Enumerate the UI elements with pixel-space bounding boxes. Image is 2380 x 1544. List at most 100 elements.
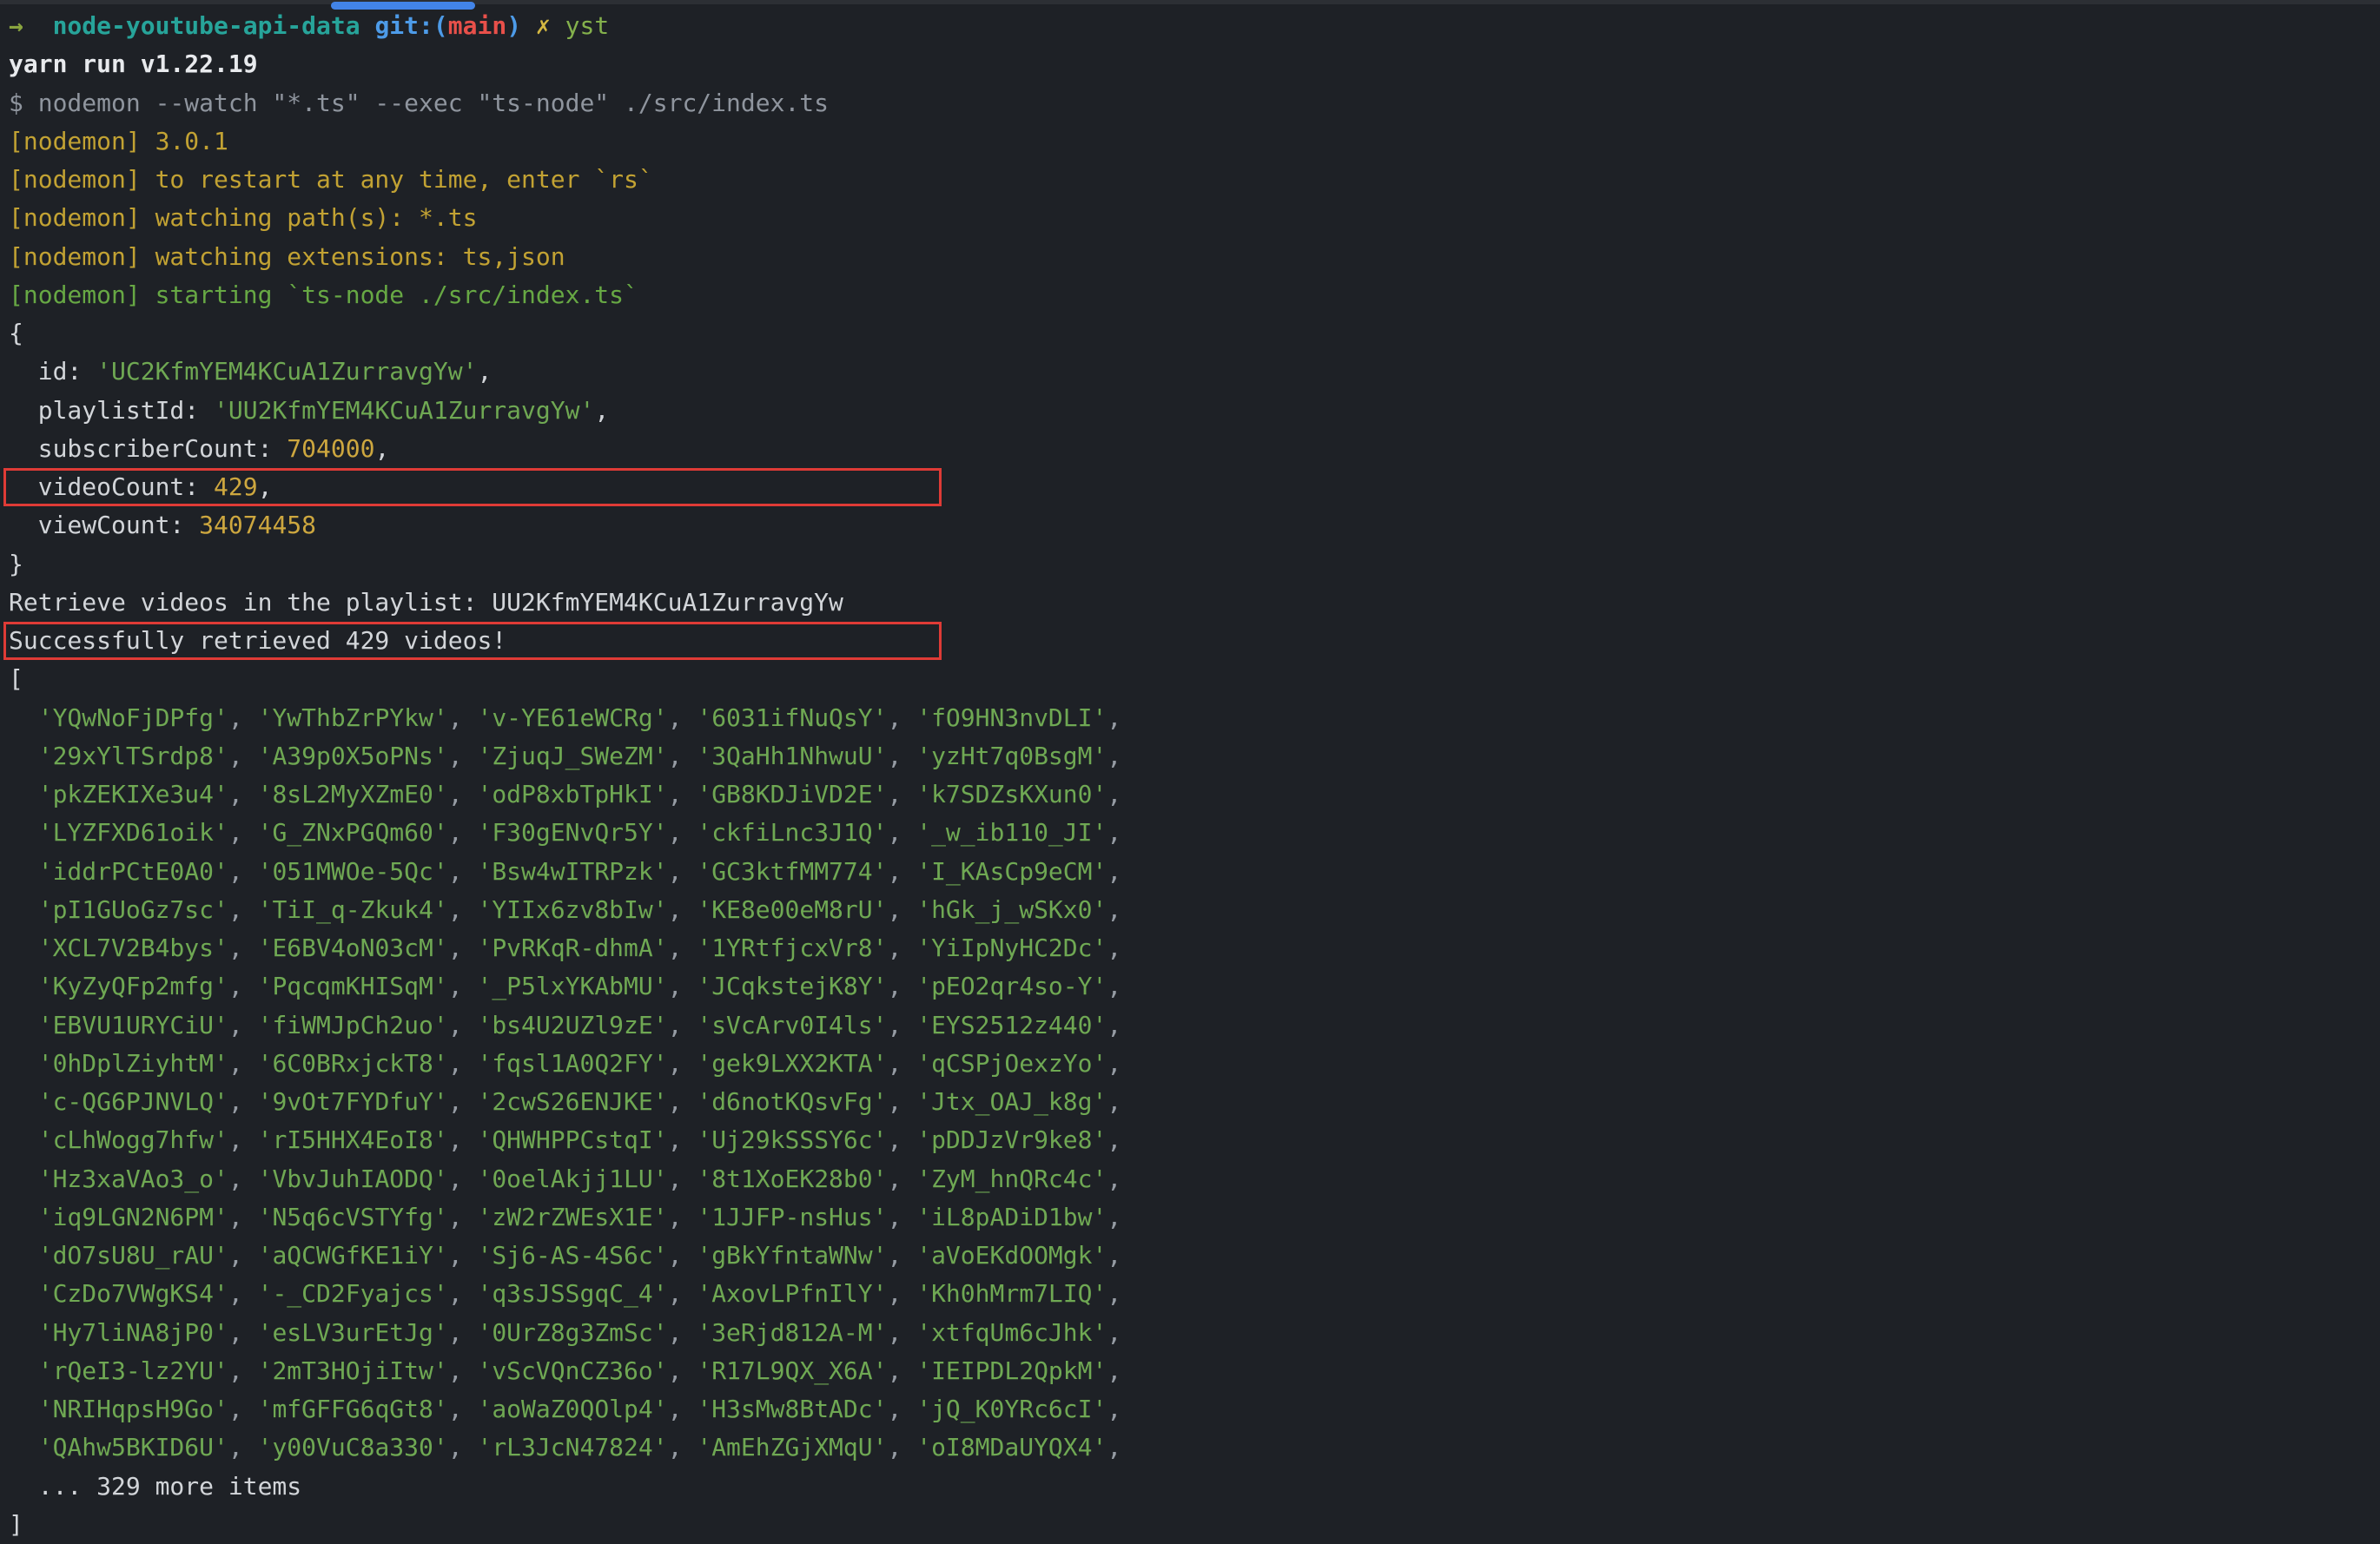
terminal-text-comma: , bbox=[228, 1011, 258, 1039]
terminal-text-string: 'rQeI3-lz2YU' bbox=[38, 1356, 228, 1385]
terminal-text-comma: , bbox=[888, 1049, 917, 1078]
terminal-text-comma: , bbox=[888, 1356, 917, 1385]
terminal-text-plain bbox=[9, 742, 38, 770]
terminal-text-string: 'A39p0X5oPNs' bbox=[258, 742, 448, 770]
object-entry-playlistId: playlistId: 'UU2KfmYEM4KCuA1ZurravgYw', bbox=[9, 392, 2371, 430]
terminal-text-string: '1JJFP-nsHus' bbox=[697, 1203, 887, 1231]
nodemon-info-line: [nodemon] watching path(s): *.ts bbox=[9, 199, 2371, 237]
object-open-brace: { bbox=[9, 314, 2371, 353]
terminal-text-string: '0oelAkjj1LU' bbox=[477, 1165, 667, 1193]
terminal-text-comma: , bbox=[888, 934, 917, 962]
terminal-text-comma: , bbox=[448, 1318, 478, 1347]
terminal-text-string: 'ZyM_hnQRc4c' bbox=[916, 1165, 1107, 1193]
terminal-text-string: '8t1XoEK28b0' bbox=[697, 1165, 887, 1193]
video-id-row: 'c-QG6PJNVLQ', '9vOt7FYDfuY', '2cwS26ENJ… bbox=[9, 1083, 2371, 1121]
terminal-text-string: 'iL8pADiD1bw' bbox=[916, 1203, 1107, 1231]
terminal-text-comma: , bbox=[668, 1011, 697, 1039]
terminal-text-comma: , bbox=[668, 780, 697, 808]
terminal-text-plain: , bbox=[477, 357, 492, 386]
terminal-text-comma: , bbox=[228, 1087, 258, 1116]
object-entry-subscriberCount: subscriberCount: 704000, bbox=[9, 430, 2371, 468]
terminal-text-string: '2mT3HOjiItw' bbox=[258, 1356, 448, 1385]
terminal-text-string: 'pkZEKIXe3u4' bbox=[38, 780, 228, 808]
terminal-text-string: '9vOt7FYDfuY' bbox=[258, 1087, 448, 1116]
terminal-text-comma: , bbox=[888, 1318, 917, 1347]
terminal-text-string: '6031ifNuQsY' bbox=[697, 703, 887, 732]
terminal-text-string: 'xtfqUm6cJhk' bbox=[916, 1318, 1107, 1347]
terminal-text-comma: , bbox=[228, 1241, 258, 1270]
terminal-text-string: 'GB8KDJiVD2E' bbox=[697, 780, 887, 808]
terminal-text-plain bbox=[360, 11, 375, 40]
terminal-text-string: 'QAhw5BKID6U' bbox=[38, 1433, 228, 1462]
terminal-text-string: 'H3sMw8BtADc' bbox=[697, 1395, 887, 1423]
terminal-text-plain bbox=[9, 1395, 38, 1423]
terminal-text-comma: , bbox=[228, 934, 258, 962]
terminal-text-comma: , bbox=[448, 1049, 478, 1078]
terminal-text-number: 429 bbox=[214, 472, 258, 501]
terminal-text-plain bbox=[551, 11, 565, 40]
terminal-text-string: 'rI5HHX4EoI8' bbox=[258, 1125, 448, 1154]
terminal-text-comma: , bbox=[448, 1356, 478, 1385]
terminal-output[interactable]: → node-youtube-api-data git:(main) ✗ yst… bbox=[9, 7, 2371, 1544]
terminal-text-string: 'fqsl1A0Q2FY' bbox=[477, 1049, 667, 1078]
terminal-text-string: '1YRtfjcxVr8' bbox=[697, 934, 887, 962]
terminal-text-comma: , bbox=[1107, 818, 1121, 847]
terminal-text-comma: , bbox=[228, 818, 258, 847]
terminal-text-plain bbox=[9, 1203, 38, 1231]
terminal-text-string: 'd6notKQsvFg' bbox=[697, 1087, 887, 1116]
terminal-text-string: 'k7SDZsKXun0' bbox=[916, 780, 1107, 808]
terminal-text-comma: , bbox=[668, 1049, 697, 1078]
terminal-text-string: 'ZjuqJ_SWeZM' bbox=[477, 742, 667, 770]
terminal-text-string: 'Bsw4wITRPzk' bbox=[477, 857, 667, 886]
terminal-text-string: 'yzHt7q0BsgM' bbox=[916, 742, 1107, 770]
terminal-text-comma: , bbox=[668, 1125, 697, 1154]
terminal-text-comma: , bbox=[448, 1241, 478, 1270]
video-id-row: 'QAhw5BKID6U', 'y00VuC8a330', 'rL3JcN478… bbox=[9, 1429, 2371, 1467]
terminal-text-comma: , bbox=[1107, 857, 1121, 886]
terminal-text-comma: , bbox=[888, 972, 917, 1000]
terminal-text-comma: , bbox=[228, 703, 258, 732]
terminal-text-comma: , bbox=[888, 742, 917, 770]
terminal-text-comma: , bbox=[668, 857, 697, 886]
terminal-text-string: 'zW2rZWEsX1E' bbox=[477, 1203, 667, 1231]
terminal-text-string: '_P5lxYKAbMU' bbox=[477, 972, 667, 1000]
video-id-row: 'KyZyQFp2mfg', 'PqcqmKHISqM', '_P5lxYKAb… bbox=[9, 967, 2371, 1006]
terminal-text-string: 'oI8MDaUYQX4' bbox=[916, 1433, 1107, 1462]
nodemon-info-line: [nodemon] to restart at any time, enter … bbox=[9, 161, 2371, 199]
terminal-text-comma: , bbox=[888, 1433, 917, 1462]
terminal-text-plain bbox=[23, 11, 53, 40]
terminal-text-string: '8sL2MyXZmE0' bbox=[258, 780, 448, 808]
terminal-text-string: 'fO9HN3nvDLI' bbox=[916, 703, 1107, 732]
video-id-row: 'dO7sU8U_rAU', 'aQCWGfKE1iY', 'Sj6-AS-4S… bbox=[9, 1237, 2371, 1275]
video-id-row: 'pkZEKIXe3u4', '8sL2MyXZmE0', 'odP8xbTpH… bbox=[9, 775, 2371, 814]
video-id-row: 'iddrPCtE0A0', '051MWOe-5Qc', 'Bsw4wITRP… bbox=[9, 853, 2371, 891]
terminal-text-string: 'CzDo7VWgKS4' bbox=[38, 1279, 228, 1308]
terminal-text-string: 'esLV3urEtJg' bbox=[258, 1318, 448, 1347]
terminal-text-plain: ... 329 more items bbox=[9, 1472, 301, 1501]
terminal-text-string: 'R17L9QX_X6A' bbox=[697, 1356, 887, 1385]
terminal-text-string: '3eRjd812A-M' bbox=[697, 1318, 887, 1347]
terminal-text-comma: , bbox=[1107, 1356, 1121, 1385]
terminal-text-comma: , bbox=[1107, 1395, 1121, 1423]
terminal-text-yellow: [nodemon] watching extensions: ts,json bbox=[9, 242, 565, 271]
terminal-text-comma: , bbox=[888, 1165, 917, 1193]
terminal-text-yellow: [nodemon] watching path(s): *.ts bbox=[9, 203, 477, 232]
terminal-text-plain bbox=[521, 11, 536, 40]
terminal-text-string: 'mfGFFG6qGt8' bbox=[258, 1395, 448, 1423]
video-id-row: 'CzDo7VWgKS4', '-_CD2Fyajcs', 'q3sJSSgqC… bbox=[9, 1275, 2371, 1313]
terminal-text-string: 'XCL7V2B4bys' bbox=[38, 934, 228, 962]
terminal-text-comma: , bbox=[228, 1203, 258, 1231]
terminal-text-comma: , bbox=[668, 1087, 697, 1116]
terminal-text-string: 'Hz3xaVAo3_o' bbox=[38, 1165, 228, 1193]
yarn-version-line: yarn run v1.22.19 bbox=[9, 45, 2371, 83]
terminal-text-string: '-_CD2Fyajcs' bbox=[258, 1279, 448, 1308]
video-id-row: 'NRIHqpsH9Go', 'mfGFFG6qGt8', 'aoWaZ0QOl… bbox=[9, 1390, 2371, 1429]
object-close-brace: } bbox=[9, 545, 2371, 584]
terminal-text-comma: , bbox=[228, 1356, 258, 1385]
nodemon-version-line: [nodemon] 3.0.1 bbox=[9, 122, 2371, 161]
terminal-text-yellow: [nodemon] 3.0.1 bbox=[9, 127, 228, 155]
terminal-text-string: 'vScVQnCZ36o' bbox=[477, 1356, 667, 1385]
terminal-text-git: git:( bbox=[374, 11, 447, 40]
terminal-text-plain bbox=[9, 1318, 38, 1347]
terminal-text-comma: , bbox=[228, 1279, 258, 1308]
